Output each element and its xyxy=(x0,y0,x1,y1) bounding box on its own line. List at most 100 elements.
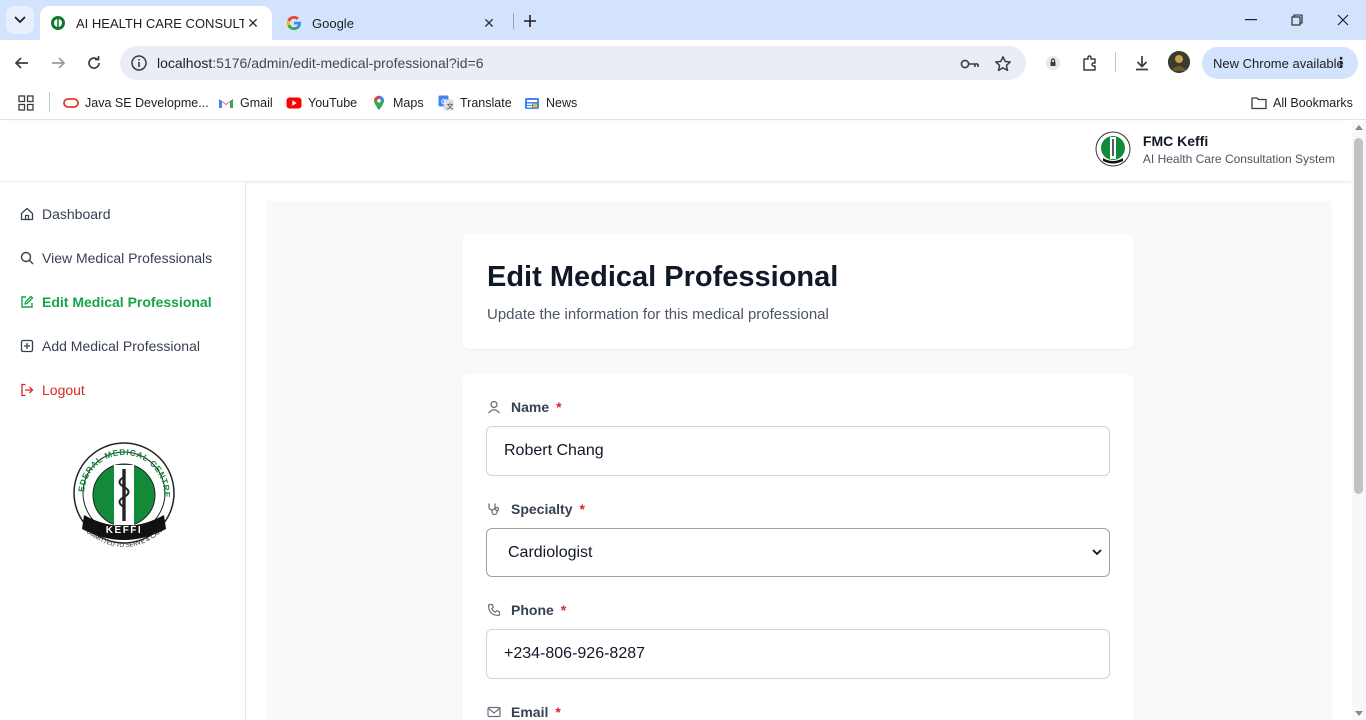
tab-separator xyxy=(513,13,514,29)
specialty-select[interactable]: Cardiologist xyxy=(486,528,1110,577)
name-input[interactable] xyxy=(486,426,1110,476)
main-content: Edit Medical Professional Update the inf… xyxy=(266,201,1332,720)
tab-search-button[interactable] xyxy=(6,6,34,34)
address-bar[interactable]: localhost:5176/admin/edit-medical-profes… xyxy=(120,46,1026,80)
tab-google[interactable]: Google ✕ xyxy=(276,6,508,40)
phone-input[interactable] xyxy=(486,629,1110,679)
password-key-icon[interactable] xyxy=(960,54,980,74)
scroll-up-arrow-icon[interactable] xyxy=(1355,125,1363,130)
download-icon[interactable] xyxy=(1131,52,1153,74)
url-text: localhost:5176/admin/edit-medical-profes… xyxy=(157,55,483,71)
tab-title: AI HEALTH CARE CONSULTATIO xyxy=(76,15,244,31)
new-chrome-available-button[interactable]: New Chrome available ⋮ xyxy=(1202,47,1358,79)
bookmark-label: Gmail xyxy=(240,96,273,110)
apps-grid-icon xyxy=(18,95,34,111)
bookmark-label: News xyxy=(546,96,578,110)
specialty-label-text: Specialty xyxy=(511,501,573,517)
url-host: localhost xyxy=(157,55,213,71)
sidebar-item-logout[interactable]: Logout xyxy=(20,382,85,398)
bookmark-youtube[interactable]: YouTube xyxy=(286,93,357,113)
stethoscope-icon xyxy=(486,501,502,517)
page-title: Edit Medical Professional xyxy=(487,261,839,293)
apps-grid-button[interactable] xyxy=(18,93,34,113)
bookmark-label: Java SE Developme... xyxy=(85,96,209,110)
tab-ai-health-care[interactable]: AI HEALTH CARE CONSULTATIO ✕ xyxy=(40,6,272,40)
fmc-keffi-logo: FEDERAL MEDICAL CENTRE KEFFI COMMITTED T… xyxy=(70,437,175,549)
edit-professional-form: Name * Specialty * Cardiologist Phone * … xyxy=(462,374,1134,720)
scrollbar-thumb[interactable] xyxy=(1354,138,1363,494)
sidebar-item-label: Logout xyxy=(42,382,85,398)
bookmark-star-icon[interactable] xyxy=(993,54,1013,74)
system-name: AI Health Care Consultation System xyxy=(1142,151,1335,166)
tab-strip: AI HEALTH CARE CONSULTATIO ✕ Google ✕ xyxy=(0,0,1366,40)
bookmarks-bar: Java SE Developme... Gmail YouTube Maps … xyxy=(0,86,1366,120)
sidebar-item-edit-professional[interactable]: Edit Medical Professional xyxy=(20,294,212,310)
specialty-selected-value: Cardiologist xyxy=(508,543,593,561)
sidebar-item-dashboard[interactable]: Dashboard xyxy=(20,206,111,222)
scroll-down-arrow-icon[interactable] xyxy=(1355,711,1363,716)
profile-avatar[interactable] xyxy=(1168,51,1190,73)
sidebar-item-label: View Medical Professionals xyxy=(42,250,213,266)
bookmark-java-se[interactable]: Java SE Developme... xyxy=(63,93,209,113)
user-icon xyxy=(486,399,502,415)
email-label: Email * xyxy=(486,704,561,720)
sidebar-item-add-professional[interactable]: Add Medical Professional xyxy=(20,338,200,354)
sidebar-item-label: Edit Medical Professional xyxy=(42,294,212,310)
close-tab-icon[interactable]: ✕ xyxy=(244,14,262,32)
search-icon xyxy=(20,251,34,265)
page-header-card: Edit Medical Professional Update the inf… xyxy=(462,234,1134,349)
email-label-text: Email xyxy=(511,704,549,720)
google-icon xyxy=(286,15,302,31)
extensions-puzzle-icon[interactable] xyxy=(1079,52,1101,74)
bookmark-news[interactable]: News xyxy=(524,93,577,113)
org-name: FMC Keffi xyxy=(1142,132,1209,149)
required-marker: * xyxy=(560,602,567,618)
close-tab-icon[interactable]: ✕ xyxy=(480,14,498,32)
new-tab-button[interactable] xyxy=(518,9,542,33)
brand-text: FMC Keffi AI Health Care Consultation Sy… xyxy=(1143,133,1335,166)
name-label-text: Name xyxy=(511,399,550,415)
bookmark-gmail[interactable]: Gmail xyxy=(218,93,273,113)
close-window-button[interactable] xyxy=(1320,0,1366,40)
site-info-icon[interactable] xyxy=(130,54,148,72)
reload-button[interactable] xyxy=(80,49,108,77)
mail-icon xyxy=(486,704,502,720)
required-marker: * xyxy=(579,501,585,517)
forward-button[interactable] xyxy=(44,49,72,77)
page-subtitle: Update the information for this medical … xyxy=(487,306,829,323)
minimize-icon xyxy=(1245,19,1257,21)
url-path: :5176/admin/edit-medical-professional?id… xyxy=(212,55,484,71)
folder-icon xyxy=(1251,95,1267,111)
arrow-left-icon xyxy=(14,57,28,69)
fmc-favicon-icon xyxy=(50,15,66,31)
required-marker: * xyxy=(555,704,561,720)
gmail-icon xyxy=(218,95,234,111)
chevron-down-icon xyxy=(14,16,26,24)
new-chrome-label: New Chrome available xyxy=(1213,55,1344,71)
toolbar-separator xyxy=(1115,52,1116,72)
phone-icon xyxy=(486,602,502,618)
extension-lock-icon[interactable] xyxy=(1042,52,1064,74)
app-header: FMC Keffi AI Health Care Consultation Sy… xyxy=(0,121,1352,181)
bookmark-maps[interactable]: Maps xyxy=(371,93,424,113)
plus-icon xyxy=(524,15,536,27)
back-button[interactable] xyxy=(8,49,36,77)
news-icon xyxy=(524,95,540,111)
sidebar-item-view-professionals[interactable]: View Medical Professionals xyxy=(20,250,212,266)
sidebar-item-label: Dashboard xyxy=(42,206,111,222)
page-scrollbar[interactable] xyxy=(1352,121,1366,720)
close-icon xyxy=(1337,14,1349,26)
browser-toolbar: localhost:5176/admin/edit-medical-profes… xyxy=(0,40,1366,86)
bookmark-label: Translate xyxy=(460,96,512,110)
translate-icon: G文 xyxy=(438,95,454,111)
all-bookmarks-button[interactable]: All Bookmarks xyxy=(1251,93,1353,113)
minimize-button[interactable] xyxy=(1228,0,1274,40)
bookmark-translate[interactable]: G文 Translate xyxy=(438,93,512,113)
restore-button[interactable] xyxy=(1274,0,1320,40)
chevron-down-icon xyxy=(1092,549,1102,556)
specialty-label: Specialty * xyxy=(486,501,585,517)
svg-text:文: 文 xyxy=(447,102,454,111)
required-marker: * xyxy=(556,399,562,415)
kebab-menu-icon[interactable]: ⋮ xyxy=(1334,55,1348,69)
phone-label-text: Phone xyxy=(511,602,554,618)
